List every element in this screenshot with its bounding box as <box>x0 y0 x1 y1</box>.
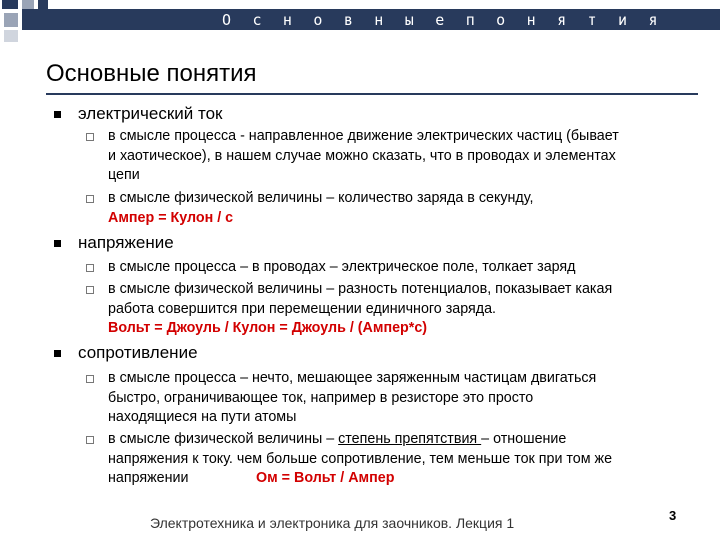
item-text: цепи <box>108 167 140 183</box>
hollow-square-bullet-icon <box>86 195 94 203</box>
item-text: напряжении <box>108 470 189 486</box>
item-text: и хаотическое), в нашем случае можно ска… <box>108 147 616 164</box>
footer-text: Электротехника и электроника для заочник… <box>150 515 515 531</box>
list-item: в смысле процесса - направленное движени… <box>108 127 696 186</box>
square-bullet-icon <box>54 240 61 247</box>
hollow-square-bullet-icon <box>86 286 94 294</box>
underlined-term: степень препятствия <box>338 431 482 447</box>
list-item: в смысле физической величины – разность … <box>108 280 696 339</box>
item-text: в смысле процесса - направленное движени… <box>108 128 619 144</box>
decor-square <box>2 0 18 9</box>
item-text: в смысле физической величины – количеств… <box>108 190 534 206</box>
section-heading: напряжение <box>78 233 174 252</box>
formula: Ом = Вольт / Ампер <box>256 470 395 486</box>
hollow-square-bullet-icon <box>86 436 94 444</box>
hollow-square-bullet-icon <box>86 133 94 141</box>
hollow-square-bullet-icon <box>86 264 94 272</box>
decor-square <box>38 0 48 9</box>
page-title: Основные понятия <box>46 60 257 87</box>
item-text: в смысле процесса – нечто, мешающее заря… <box>108 370 597 386</box>
list-item: в смысле процесса – в проводах – электри… <box>108 258 696 278</box>
list-item: в смысле процесса – нечто, мешающее заря… <box>108 369 696 428</box>
item-text-line: в смысле физической величины – степень п… <box>108 430 696 450</box>
list-item: в смысле физической величины – количеств… <box>108 189 696 228</box>
square-bullet-icon <box>54 111 61 118</box>
section-heading: сопротивление <box>78 343 198 362</box>
item-text: – отношение <box>481 431 567 447</box>
item-text: работа совершится при перемещении единич… <box>108 300 497 317</box>
decor-square <box>22 0 34 9</box>
page-number: 3 <box>669 508 677 523</box>
item-text: быстро, ограничивающее ток, например в р… <box>108 389 534 406</box>
title-divider <box>46 93 698 95</box>
item-text: в смысле физической величины – <box>108 431 339 447</box>
decor-square <box>4 13 18 27</box>
square-bullet-icon <box>54 350 61 357</box>
item-text: напряжения к току. чем больше сопротивле… <box>108 450 613 467</box>
formula: Ампер = Кулон / с <box>108 209 234 226</box>
item-text: в смысле процесса – в проводах – электри… <box>108 259 576 275</box>
item-text: в смысле физической величины – разность … <box>108 281 613 297</box>
formula: Вольт = Джоуль / Кулон = Джоуль / (Ампер… <box>108 320 428 336</box>
list-item: в смысле физической величины – степень п… <box>108 430 696 489</box>
section-heading: электрический ток <box>78 104 223 123</box>
item-text: находящиеся на пути атомы <box>108 409 297 425</box>
item-text-line: напряжении Ом = Вольт / Ампер <box>108 469 696 489</box>
decor-square <box>4 30 18 42</box>
hollow-square-bullet-icon <box>86 375 94 383</box>
header-banner-title: О с н о в н ы е п о н я т и я <box>222 11 664 29</box>
